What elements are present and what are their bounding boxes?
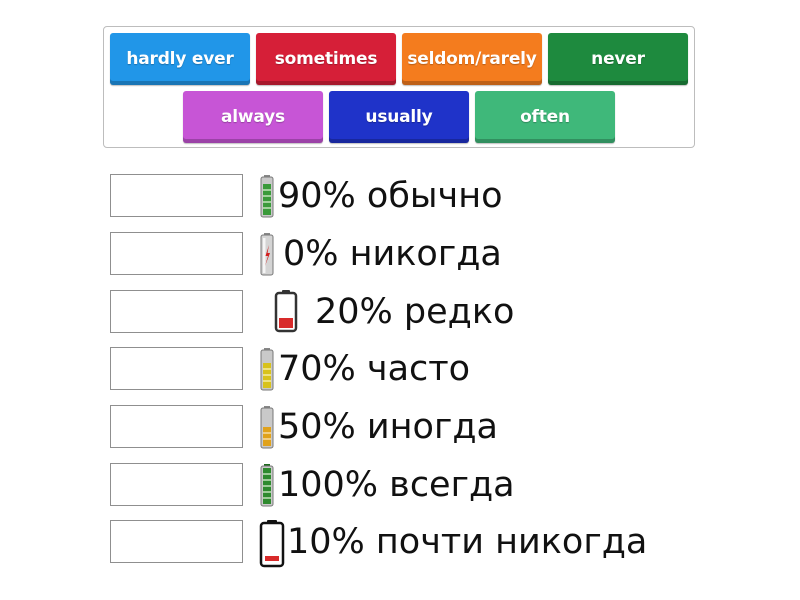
battery-90-icon — [260, 175, 274, 218]
statement-text: 0% никогда — [283, 234, 502, 274]
tile-seldom-rarely[interactable]: seldom/rarely — [402, 33, 542, 85]
statement-text: 10% почти никогда — [287, 522, 648, 562]
answer-row: 0% никогда — [110, 232, 710, 276]
answer-drop-slot[interactable] — [110, 520, 243, 563]
answer-drop-slot[interactable] — [110, 463, 243, 506]
statement-text: 100% всегда — [278, 465, 515, 505]
answer-drop-slot[interactable] — [110, 232, 243, 275]
battery-70-icon — [260, 348, 274, 391]
statement-text: 90% обычно — [278, 176, 503, 216]
battery-full-icon — [260, 464, 274, 507]
battery-50-icon — [260, 406, 274, 449]
statement-text: 20% редко — [315, 292, 515, 332]
tile-hardly-ever[interactable]: hardly ever — [110, 33, 250, 85]
answer-row: 100% всегда — [110, 463, 710, 507]
answer-row: 70% часто — [110, 347, 710, 391]
answer-drop-slot[interactable] — [110, 174, 243, 217]
tile-usually[interactable]: usually — [329, 91, 469, 143]
statement-text: 70% часто — [278, 349, 471, 389]
battery-low-icon — [274, 290, 298, 333]
answer-row: 20% редко — [110, 290, 710, 334]
answer-row: 90% обычно — [110, 174, 710, 218]
tile-never[interactable]: never — [548, 33, 688, 85]
answer-drop-slot[interactable] — [110, 290, 243, 333]
answer-drop-slot[interactable] — [110, 405, 243, 448]
tile-sometimes[interactable]: sometimes — [256, 33, 396, 85]
battery-empty-icon — [260, 233, 274, 276]
tile-often[interactable]: often — [475, 91, 615, 143]
statement-text: 50% иногда — [278, 407, 498, 447]
battery-10-icon — [259, 520, 285, 568]
answer-row: 10% почти никогда — [110, 520, 710, 568]
answer-row: 50% иногда — [110, 405, 710, 449]
tile-always[interactable]: always — [183, 91, 323, 143]
answer-drop-slot[interactable] — [110, 347, 243, 390]
